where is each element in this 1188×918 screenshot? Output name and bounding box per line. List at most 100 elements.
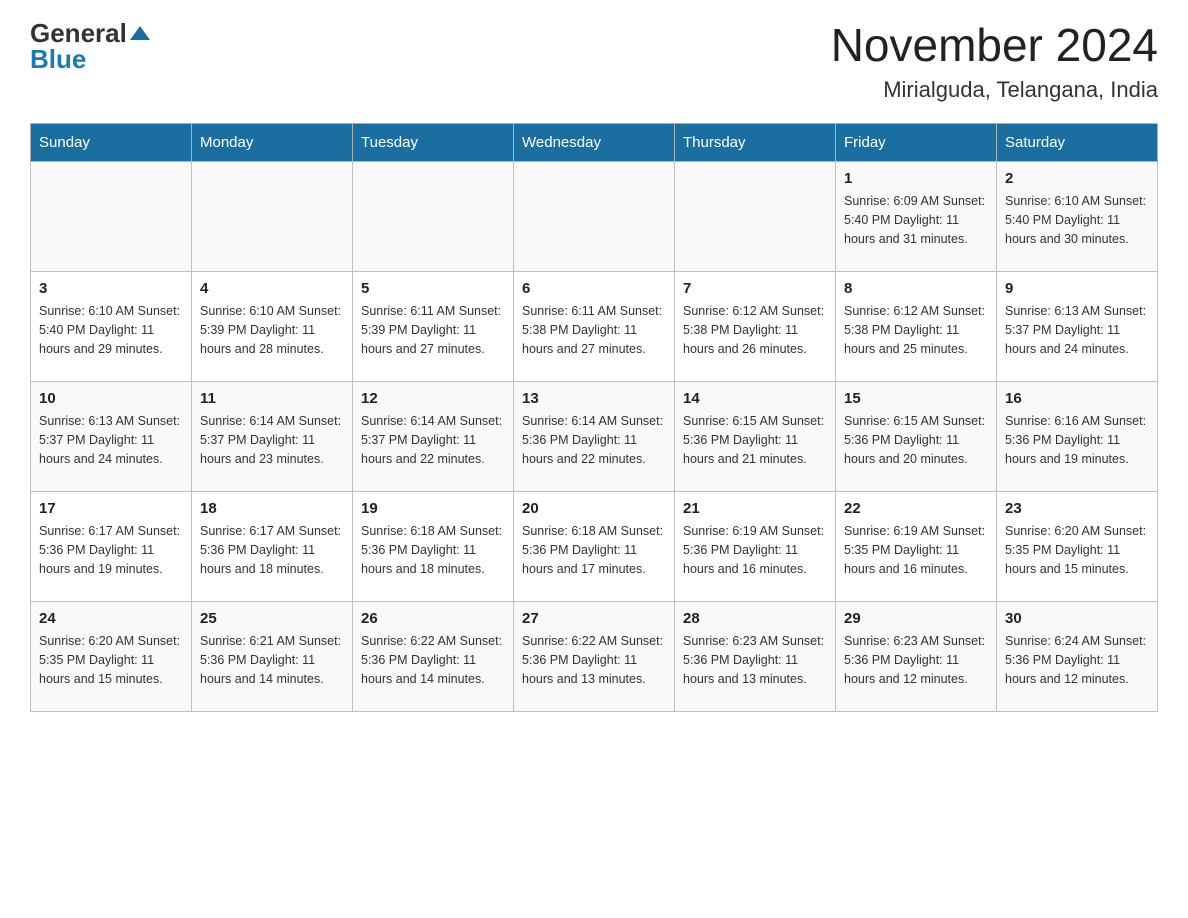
header-tuesday: Tuesday [353,123,514,161]
day-number: 19 [361,498,505,521]
day-number: 17 [39,498,183,521]
table-row: 13Sunrise: 6:14 AM Sunset: 5:36 PM Dayli… [514,381,675,491]
day-number: 11 [200,388,344,411]
table-row: 28Sunrise: 6:23 AM Sunset: 5:36 PM Dayli… [675,601,836,711]
day-info: Sunrise: 6:14 AM Sunset: 5:37 PM Dayligh… [200,412,344,468]
month-title: November 2024 [831,20,1158,71]
logo-general-text: General [30,20,150,46]
day-info: Sunrise: 6:12 AM Sunset: 5:38 PM Dayligh… [844,302,988,358]
header-wednesday: Wednesday [514,123,675,161]
day-info: Sunrise: 6:12 AM Sunset: 5:38 PM Dayligh… [683,302,827,358]
table-row: 9Sunrise: 6:13 AM Sunset: 5:37 PM Daylig… [997,271,1158,381]
day-info: Sunrise: 6:20 AM Sunset: 5:35 PM Dayligh… [39,632,183,688]
table-row: 17Sunrise: 6:17 AM Sunset: 5:36 PM Dayli… [31,491,192,601]
day-info: Sunrise: 6:22 AM Sunset: 5:36 PM Dayligh… [361,632,505,688]
table-row: 30Sunrise: 6:24 AM Sunset: 5:36 PM Dayli… [997,601,1158,711]
table-row: 12Sunrise: 6:14 AM Sunset: 5:37 PM Dayli… [353,381,514,491]
table-row: 5Sunrise: 6:11 AM Sunset: 5:39 PM Daylig… [353,271,514,381]
day-info: Sunrise: 6:10 AM Sunset: 5:40 PM Dayligh… [39,302,183,358]
day-number: 9 [1005,278,1149,301]
day-number: 1 [844,168,988,191]
day-number: 29 [844,608,988,631]
day-number: 2 [1005,168,1149,191]
day-info: Sunrise: 6:20 AM Sunset: 5:35 PM Dayligh… [1005,522,1149,578]
day-number: 8 [844,278,988,301]
table-row: 26Sunrise: 6:22 AM Sunset: 5:36 PM Dayli… [353,601,514,711]
day-number: 28 [683,608,827,631]
day-info: Sunrise: 6:17 AM Sunset: 5:36 PM Dayligh… [39,522,183,578]
day-info: Sunrise: 6:09 AM Sunset: 5:40 PM Dayligh… [844,192,988,248]
table-row: 4Sunrise: 6:10 AM Sunset: 5:39 PM Daylig… [192,271,353,381]
table-row: 14Sunrise: 6:15 AM Sunset: 5:36 PM Dayli… [675,381,836,491]
day-info: Sunrise: 6:13 AM Sunset: 5:37 PM Dayligh… [1005,302,1149,358]
day-info: Sunrise: 6:14 AM Sunset: 5:37 PM Dayligh… [361,412,505,468]
day-info: Sunrise: 6:17 AM Sunset: 5:36 PM Dayligh… [200,522,344,578]
table-row [192,161,353,271]
table-row: 22Sunrise: 6:19 AM Sunset: 5:35 PM Dayli… [836,491,997,601]
day-number: 5 [361,278,505,301]
table-row: 8Sunrise: 6:12 AM Sunset: 5:38 PM Daylig… [836,271,997,381]
day-info: Sunrise: 6:19 AM Sunset: 5:36 PM Dayligh… [683,522,827,578]
day-info: Sunrise: 6:14 AM Sunset: 5:36 PM Dayligh… [522,412,666,468]
day-info: Sunrise: 6:15 AM Sunset: 5:36 PM Dayligh… [844,412,988,468]
day-number: 21 [683,498,827,521]
day-number: 7 [683,278,827,301]
weekday-header-row: Sunday Monday Tuesday Wednesday Thursday… [31,123,1158,161]
calendar-week-row: 24Sunrise: 6:20 AM Sunset: 5:35 PM Dayli… [31,601,1158,711]
day-number: 16 [1005,388,1149,411]
calendar-week-row: 1Sunrise: 6:09 AM Sunset: 5:40 PM Daylig… [31,161,1158,271]
day-number: 18 [200,498,344,521]
day-info: Sunrise: 6:13 AM Sunset: 5:37 PM Dayligh… [39,412,183,468]
header-friday: Friday [836,123,997,161]
table-row [675,161,836,271]
day-info: Sunrise: 6:18 AM Sunset: 5:36 PM Dayligh… [361,522,505,578]
day-info: Sunrise: 6:11 AM Sunset: 5:38 PM Dayligh… [522,302,666,358]
day-number: 14 [683,388,827,411]
day-info: Sunrise: 6:11 AM Sunset: 5:39 PM Dayligh… [361,302,505,358]
table-row: 20Sunrise: 6:18 AM Sunset: 5:36 PM Dayli… [514,491,675,601]
header-saturday: Saturday [997,123,1158,161]
calendar-week-row: 17Sunrise: 6:17 AM Sunset: 5:36 PM Dayli… [31,491,1158,601]
table-row: 25Sunrise: 6:21 AM Sunset: 5:36 PM Dayli… [192,601,353,711]
day-number: 23 [1005,498,1149,521]
day-number: 10 [39,388,183,411]
table-row: 11Sunrise: 6:14 AM Sunset: 5:37 PM Dayli… [192,381,353,491]
table-row: 18Sunrise: 6:17 AM Sunset: 5:36 PM Dayli… [192,491,353,601]
logo-blue-text: Blue [30,46,86,72]
table-row: 24Sunrise: 6:20 AM Sunset: 5:35 PM Dayli… [31,601,192,711]
table-row: 23Sunrise: 6:20 AM Sunset: 5:35 PM Dayli… [997,491,1158,601]
day-number: 26 [361,608,505,631]
day-info: Sunrise: 6:21 AM Sunset: 5:36 PM Dayligh… [200,632,344,688]
calendar-table: Sunday Monday Tuesday Wednesday Thursday… [30,123,1158,712]
table-row: 1Sunrise: 6:09 AM Sunset: 5:40 PM Daylig… [836,161,997,271]
table-row: 16Sunrise: 6:16 AM Sunset: 5:36 PM Dayli… [997,381,1158,491]
calendar-week-row: 3Sunrise: 6:10 AM Sunset: 5:40 PM Daylig… [31,271,1158,381]
header-thursday: Thursday [675,123,836,161]
table-row [31,161,192,271]
day-info: Sunrise: 6:18 AM Sunset: 5:36 PM Dayligh… [522,522,666,578]
table-row: 7Sunrise: 6:12 AM Sunset: 5:38 PM Daylig… [675,271,836,381]
page-header: General Blue November 2024 Mirialguda, T… [30,20,1158,103]
day-number: 12 [361,388,505,411]
day-number: 13 [522,388,666,411]
day-number: 20 [522,498,666,521]
table-row: 27Sunrise: 6:22 AM Sunset: 5:36 PM Dayli… [514,601,675,711]
header-sunday: Sunday [31,123,192,161]
logo: General Blue [30,20,150,72]
day-number: 24 [39,608,183,631]
day-info: Sunrise: 6:22 AM Sunset: 5:36 PM Dayligh… [522,632,666,688]
day-info: Sunrise: 6:19 AM Sunset: 5:35 PM Dayligh… [844,522,988,578]
day-info: Sunrise: 6:10 AM Sunset: 5:40 PM Dayligh… [1005,192,1149,248]
table-row: 21Sunrise: 6:19 AM Sunset: 5:36 PM Dayli… [675,491,836,601]
day-info: Sunrise: 6:16 AM Sunset: 5:36 PM Dayligh… [1005,412,1149,468]
day-number: 4 [200,278,344,301]
day-info: Sunrise: 6:23 AM Sunset: 5:36 PM Dayligh… [683,632,827,688]
day-number: 27 [522,608,666,631]
day-number: 25 [200,608,344,631]
table-row: 2Sunrise: 6:10 AM Sunset: 5:40 PM Daylig… [997,161,1158,271]
day-number: 30 [1005,608,1149,631]
day-number: 6 [522,278,666,301]
day-info: Sunrise: 6:10 AM Sunset: 5:39 PM Dayligh… [200,302,344,358]
table-row: 6Sunrise: 6:11 AM Sunset: 5:38 PM Daylig… [514,271,675,381]
calendar-week-row: 10Sunrise: 6:13 AM Sunset: 5:37 PM Dayli… [31,381,1158,491]
